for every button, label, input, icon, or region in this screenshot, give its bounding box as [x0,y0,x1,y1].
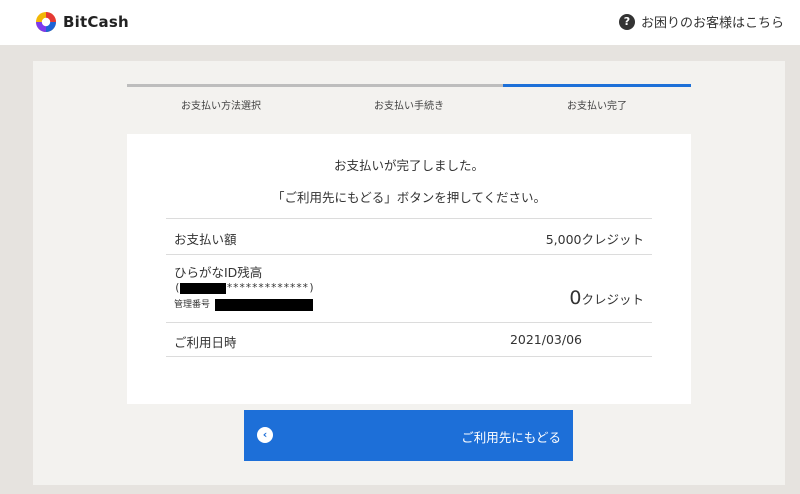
balance-number: 0 [569,287,582,309]
step-label: お支払い手続き [374,101,444,112]
balance-value: 0クレジット [569,287,644,309]
header: BitCash ? お困りのお客様はこちら [0,0,800,45]
question-circle-icon: ? [618,13,635,30]
completion-message: お支払いが完了しました。 [333,158,484,173]
help-link[interactable]: ? お困りのお客様はこちら [618,12,784,31]
date-label: ご利用日時 [174,335,237,350]
help-link-label: お困りのお客様はこちら [640,16,784,31]
management-number-label: 管理番号 [174,300,211,310]
hiragana-id-masked: (*************) [174,282,315,294]
date-row: ご利用日時 2021/03/06 [166,322,652,357]
step-bar-active [503,84,691,87]
id-mask: ************* [226,282,309,294]
amount-label: お支払い額 [174,232,237,247]
step-bar [127,84,315,87]
bitcash-logo-icon [36,12,56,32]
management-number: 管理番号 [174,297,313,311]
balance-row: ひらがなID残高 (*************) 管理番号 0クレジット [166,254,652,322]
redacted-id [180,282,227,294]
amount-value: 5,000クレジット [545,232,644,247]
amount-row: お支払い額 5,000クレジット [166,218,652,254]
chevron-left-circle-icon: ‹ [257,427,273,443]
balance-unit: クレジット [581,292,644,307]
step-label: お支払い方法選択 [181,101,261,112]
redacted-management-number [214,298,313,311]
return-to-merchant-button[interactable]: ‹ ご利用先にもどる [244,410,573,461]
step-payment-method: お支払い方法選択 [127,84,315,114]
step-label: お支払い完了 [567,101,627,112]
logo-text: BitCash [63,13,129,31]
instruction-message: 「ご利用先にもどる」ボタンを押してください。 [271,190,546,205]
date-value: 2021/03/06 [509,332,582,347]
bitcash-logo[interactable]: BitCash [35,8,129,36]
paren-close: ) [308,282,315,294]
progress-steps: お支払い方法選択 お支払い手続き お支払い完了 [127,84,691,114]
balance-label: ひらがなID残高 [174,265,263,280]
step-payment-complete: お支払い完了 [503,84,691,114]
step-payment-procedure: お支払い手続き [315,84,503,114]
return-button-label: ご利用先にもどる [461,430,561,445]
step-bar [315,84,503,87]
